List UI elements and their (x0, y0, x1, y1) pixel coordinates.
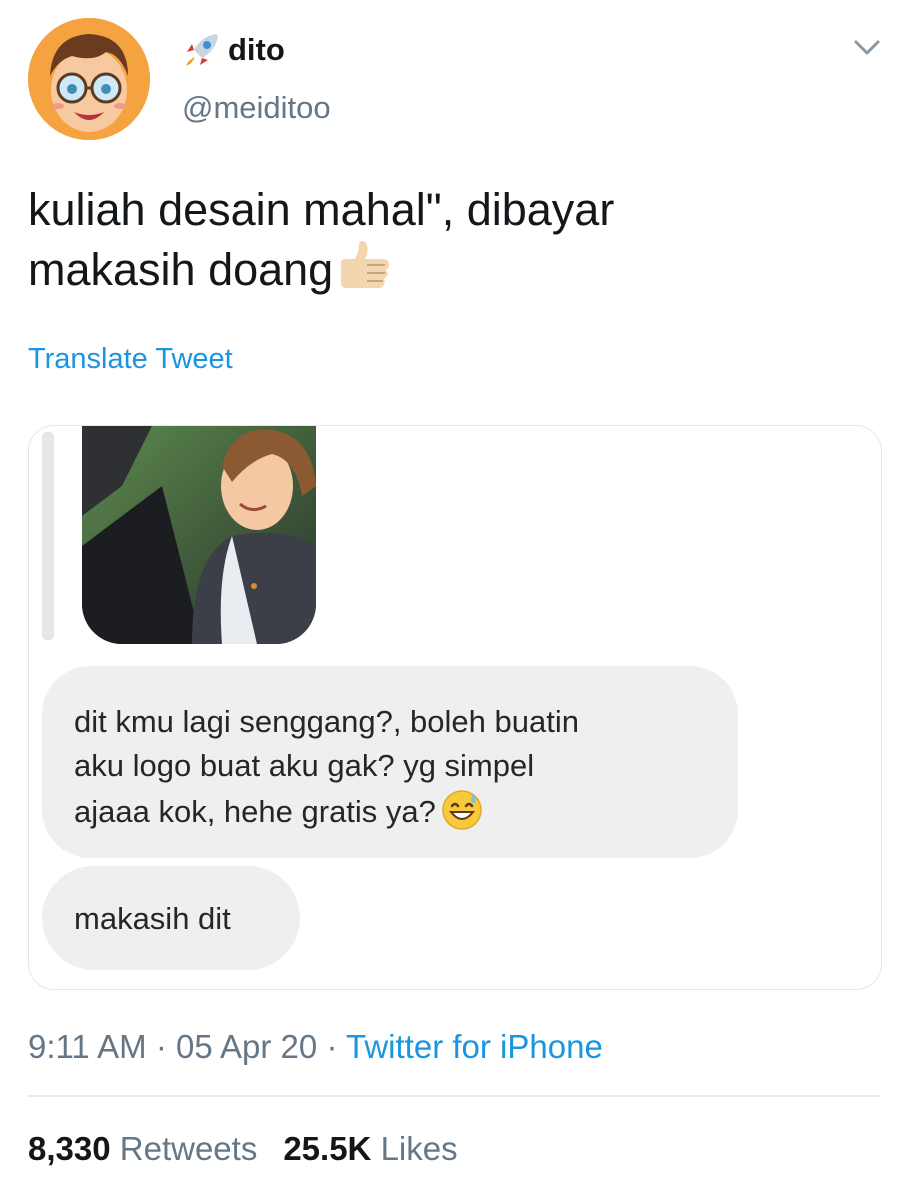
story-reply-bar (42, 432, 54, 640)
anime-character-image (82, 426, 316, 644)
author-name-row[interactable]: dito (182, 30, 285, 70)
meta-separator: · (326, 1028, 338, 1065)
chat-message-line: ajaaa kok, hehe gratis ya? (74, 788, 708, 834)
chat-message-text: ajaaa kok, hehe gratis ya? (74, 794, 436, 829)
tweet-text-fragment: makasih doang (28, 244, 334, 295)
retweets-label: Retweets (119, 1130, 258, 1167)
tweet-source-link[interactable]: Twitter for iPhone (346, 1028, 603, 1065)
chat-message-line: aku logo buat aku gak? yg simpel (74, 748, 535, 783)
rocket-emoji-icon (186, 34, 218, 66)
author-handle[interactable]: @meiditoo (182, 90, 331, 126)
divider (28, 1095, 880, 1097)
likes-label: Likes (380, 1130, 458, 1167)
author-display-name[interactable]: dito (228, 32, 285, 68)
chat-message-bubble: dit kmu lagi senggang?, boleh buatin aku… (42, 666, 738, 858)
tweet-meta: 9:11 AM · 05 Apr 20 · Twitter for iPhone (28, 1028, 603, 1066)
chat-message-line: makasih dit (74, 901, 231, 936)
chevron-down-icon[interactable] (852, 38, 882, 58)
tweet-stats: 8,330 Retweets 25.5K Likes (28, 1130, 458, 1168)
retweets-count: 8,330 (28, 1130, 111, 1167)
retweets-stat[interactable]: 8,330 Retweets (28, 1130, 257, 1167)
story-thumbnail-image[interactable] (82, 426, 316, 644)
tweet-date: 05 Apr 20 (175, 1028, 318, 1065)
grinning-sweat-emoji-icon (442, 790, 482, 830)
meta-separator: · (155, 1028, 167, 1065)
avatar[interactable] (28, 18, 150, 140)
likes-count: 25.5K (283, 1130, 372, 1167)
tweet-time: 9:11 AM (28, 1028, 147, 1065)
chat-message-line: dit kmu lagi senggang?, boleh buatin (74, 704, 579, 739)
tweet-text-line: kuliah desain mahal", dibayar (28, 184, 615, 235)
chat-message-bubble: makasih dit (42, 866, 300, 970)
tweet-text: kuliah desain mahal", dibayar makasih do… (28, 180, 788, 300)
translate-tweet-link[interactable]: Translate Tweet (28, 343, 233, 376)
cartoon-avatar-icon (28, 18, 150, 140)
thumbs-up-emoji-icon (341, 241, 390, 288)
likes-stat[interactable]: 25.5K Likes (283, 1130, 457, 1167)
tweet-text-line: makasih doang (28, 240, 788, 300)
